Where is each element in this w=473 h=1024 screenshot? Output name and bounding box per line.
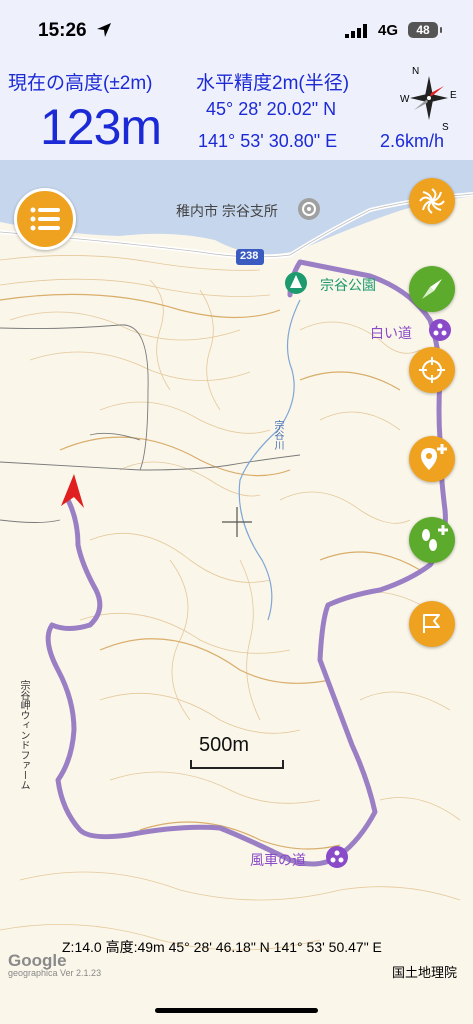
network-type: 4G bbox=[378, 22, 399, 39]
altitude-value: 123m bbox=[40, 99, 162, 155]
latitude-value: 45° 28' 20.02" N bbox=[206, 99, 337, 119]
flag-button[interactable] bbox=[409, 601, 455, 647]
location-arrow-icon bbox=[97, 23, 111, 37]
signal-icon bbox=[345, 24, 367, 38]
label-windmill-road: 風車の道 bbox=[250, 852, 306, 868]
menu-icon bbox=[30, 207, 60, 231]
track-route bbox=[45, 259, 448, 867]
app-version: geographica Ver 2.1.23 bbox=[8, 968, 102, 978]
add-point-button[interactable] bbox=[409, 436, 455, 482]
label-park: 宗谷公園 bbox=[320, 277, 376, 293]
layers-button[interactable] bbox=[409, 178, 455, 224]
label-river: 宗谷川 bbox=[272, 420, 283, 450]
footprints-plus-icon bbox=[422, 525, 448, 551]
flag-icon bbox=[423, 614, 440, 633]
add-track-button[interactable] bbox=[409, 517, 455, 563]
crosshair-icon bbox=[419, 357, 445, 383]
compass-rose-icon[interactable]: N W E S bbox=[398, 62, 460, 134]
menu-button[interactable] bbox=[14, 188, 76, 250]
map-roads bbox=[0, 324, 301, 523]
svg-text:N: N bbox=[412, 66, 419, 77]
svg-text:S: S bbox=[442, 122, 449, 133]
layers-icon bbox=[419, 188, 445, 214]
status-time: 15:26 bbox=[38, 20, 87, 41]
compass-icon bbox=[422, 279, 442, 299]
battery-icon: 48 bbox=[408, 22, 438, 38]
altitude-label: 現在の高度(±2m) bbox=[8, 73, 153, 94]
svg-text:E: E bbox=[450, 90, 457, 101]
home-indicator[interactable] bbox=[155, 1008, 318, 1013]
svg-text:W: W bbox=[400, 94, 410, 105]
longitude-value: 141° 53' 30.80" E bbox=[198, 131, 338, 151]
label-route-number: 238 bbox=[240, 250, 259, 262]
current-position-arrow bbox=[61, 474, 84, 508]
speed-value: 2.6km/h bbox=[380, 131, 445, 151]
river bbox=[238, 299, 301, 621]
battery-tip bbox=[440, 27, 442, 33]
scale-bar bbox=[190, 760, 284, 769]
shiroi-michi-marker bbox=[429, 319, 451, 341]
scale-label: 500m bbox=[199, 734, 250, 756]
contour-lines bbox=[0, 255, 461, 951]
compass-button[interactable] bbox=[409, 266, 455, 312]
map-attribution: 国土地理院 bbox=[392, 965, 458, 980]
pin-plus-icon bbox=[421, 444, 447, 470]
precision-label: 水平精度2m(半径) bbox=[196, 73, 350, 94]
label-wind-farm: 宗谷岬ウィンドファーム bbox=[18, 680, 29, 790]
index-contours bbox=[0, 293, 421, 850]
windmill-road-marker bbox=[326, 846, 348, 868]
map-readout: Z:14.0 高度:49m 45° 28' 46.18" N 141° 53' … bbox=[62, 939, 382, 955]
locate-button[interactable] bbox=[409, 347, 455, 393]
label-shiroi-michi: 白い道 bbox=[370, 325, 412, 341]
topographic-map[interactable] bbox=[0, 160, 473, 1024]
label-city-office: 稚内市 宗谷支所 bbox=[176, 203, 278, 219]
